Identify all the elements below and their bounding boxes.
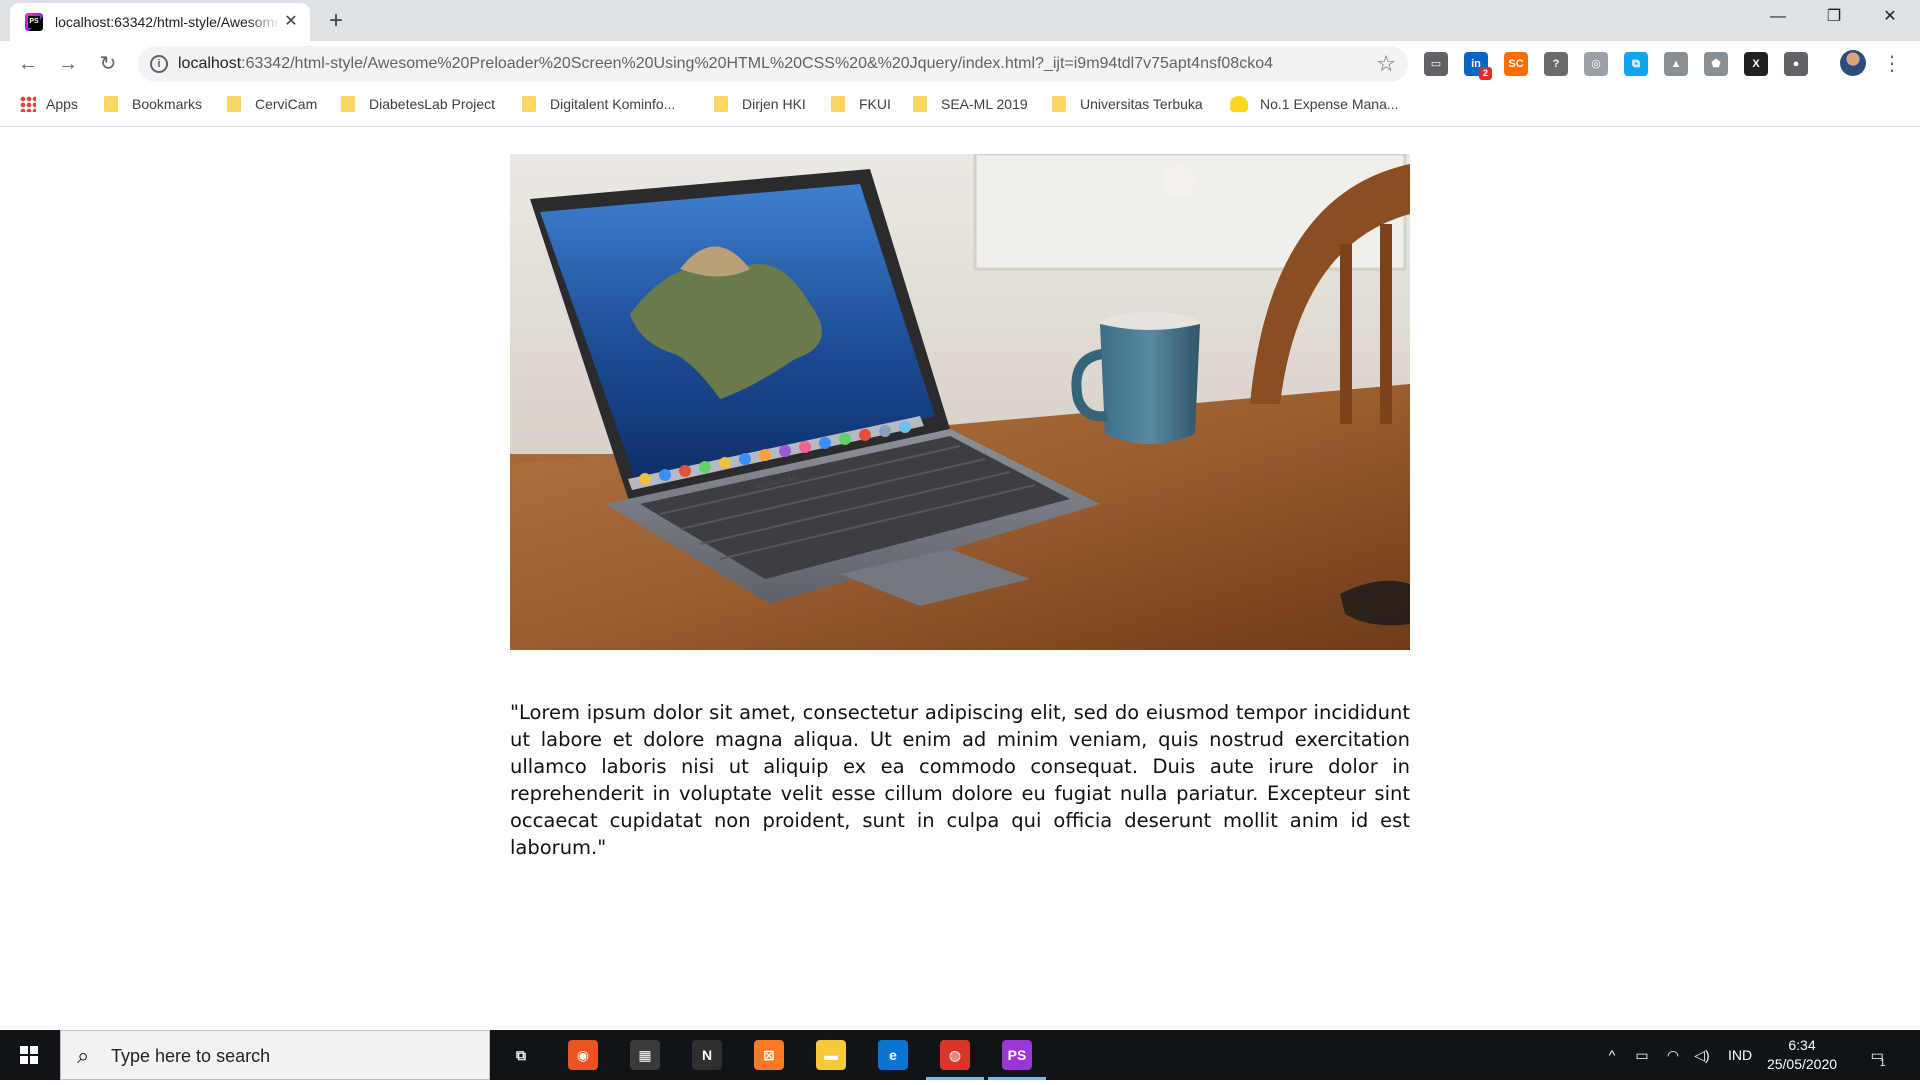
bookmark-label: FKUI [859, 96, 891, 112]
bookmark-folder[interactable]: FKUI [831, 87, 891, 121]
tab-strip: PS localhost:63342/html-style/Awesome Pr… [0, 0, 1920, 41]
browser-menu-icon[interactable]: ⋮ [1882, 50, 1902, 78]
bookmark-label: No.1 Expense Mana... [1260, 96, 1399, 112]
bookmark-label: Bookmarks [132, 96, 203, 112]
search-placeholder: Type here to search [111, 1046, 271, 1066]
browser-toolbar: ← → ↻ i localhost:63342/html-style/Aweso… [0, 41, 1920, 87]
clock-time: 6:34 [1788, 1037, 1816, 1053]
taskbar-search-input[interactable]: ⌕ Type here to search [60, 1030, 490, 1080]
bookmark-link[interactable]: No.1 Expense Mana... [1230, 87, 1399, 121]
edge-icon[interactable]: e [878, 1040, 908, 1070]
lorem-paragraph: "Lorem ipsum dolor sit amet, consectetur… [510, 700, 1410, 859]
folder-icon [1052, 96, 1066, 112]
volume-icon[interactable]: ◁) [1688, 1030, 1716, 1080]
folder-icon [831, 96, 845, 112]
task-view-icon[interactable]: ⧉ [506, 1040, 536, 1070]
bookmark-label: DiabetesLab Project [369, 96, 496, 112]
language-indicator[interactable]: IND [1722, 1030, 1758, 1080]
phpstorm-icon[interactable]: PS [1002, 1040, 1032, 1070]
windows-logo-icon [20, 1046, 38, 1064]
bookmark-folder[interactable]: SEA-ML 2019 [913, 87, 1028, 121]
bookmark-folder[interactable]: Dirjen HKI [714, 87, 806, 121]
maximize-button[interactable]: ❐ [1806, 0, 1862, 34]
laptop-photo: MacBook Air [510, 154, 1410, 650]
bookmark-label: Dirjen HKI [742, 96, 806, 112]
windows-taskbar: ⌕ Type here to search ⧉ ◉ ▦ N ⊠ ▬ e ◍ PS ^ ▭ ◠ ◁… [0, 1030, 1920, 1080]
notification-count: 1 [1879, 1058, 1886, 1069]
linkedin-extension-icon[interactable]: in 2 [1464, 52, 1492, 80]
bookmark-folder[interactable]: Digitalent Kominfo... [522, 87, 675, 121]
extension-badge: 2 [1479, 67, 1492, 80]
battery-icon[interactable]: ▭ [1628, 1030, 1656, 1080]
wifi-icon[interactable]: ◠ [1660, 1030, 1686, 1080]
expense-app-icon [1230, 96, 1248, 112]
browser-tab[interactable]: PS localhost:63342/html-style/Awesome Pr… [10, 3, 310, 41]
tab-title: localhost:63342/html-style/Awesome Prelo… [55, 14, 280, 30]
hero-image: MacBook Air [510, 154, 1410, 650]
help-extension-icon[interactable]: ? [1544, 52, 1568, 76]
drive-extension-icon[interactable]: ▲ [1664, 52, 1688, 76]
headset-extension-icon[interactable]: ◎ [1584, 52, 1608, 76]
page-content: MacBook Air "Lorem ipsum dolor sit amet,… [0, 128, 1920, 1029]
tab-close-icon[interactable]: ✕ [281, 12, 301, 32]
apps-grid-icon [20, 96, 36, 112]
tray-chevron-icon[interactable]: ^ [1600, 1030, 1624, 1080]
folder-icon [341, 96, 355, 112]
bookmarks-bar: Apps Bookmarks CerviCam DiabetesLab Proj… [0, 87, 1920, 127]
bookmark-folder[interactable]: DiabetesLab Project [341, 87, 495, 121]
taskbar-clock[interactable]: 6:34 25/05/2020 [1762, 1036, 1842, 1074]
bookmark-label: Digitalent Kominfo... [550, 96, 676, 112]
url-host: localhost [178, 55, 242, 72]
site-info-icon[interactable]: i [150, 55, 168, 73]
chat-extension-icon[interactable]: ▭ [1424, 52, 1448, 76]
shield-extension-icon[interactable]: ⬟ [1704, 52, 1728, 76]
back-button[interactable]: ← [14, 50, 42, 78]
bookmark-star-icon[interactable]: ☆ [1376, 51, 1396, 77]
close-window-button[interactable]: ✕ [1862, 0, 1918, 34]
folder-icon [227, 96, 241, 112]
bookmark-label: Apps [46, 96, 78, 112]
notion-icon[interactable]: N [692, 1040, 722, 1070]
bookmark-label: SEA-ML 2019 [941, 96, 1028, 112]
url-text[interactable]: localhost:63342/html-style/Awesome%20Pre… [178, 55, 1273, 73]
notifications-button[interactable]: ▭ 1 [1862, 1030, 1902, 1080]
url-path: :63342/html-style/Awesome%20Preloader%20… [241, 55, 1273, 72]
new-tab-button[interactable]: + [323, 8, 349, 34]
profile-avatar[interactable] [1840, 50, 1866, 76]
bookmark-apps[interactable]: Apps [20, 87, 78, 121]
translate-extension-icon[interactable]: ⧉ [1624, 52, 1648, 76]
minimize-button[interactable]: — [1750, 0, 1806, 34]
reload-button[interactable]: ↻ [94, 50, 122, 78]
circle-extension-icon[interactable]: ● [1784, 52, 1808, 76]
store-icon[interactable]: ▦ [630, 1040, 660, 1070]
bookmark-folder[interactable]: Universitas Terbuka [1052, 87, 1203, 121]
bookmark-folder[interactable]: Bookmarks [104, 87, 202, 121]
folder-icon [714, 96, 728, 112]
folder-icon [913, 96, 927, 112]
x-extension-icon[interactable]: X [1744, 52, 1768, 76]
ubuntu-icon[interactable]: ◉ [568, 1040, 598, 1070]
folder-icon [104, 96, 118, 112]
chrome-icon[interactable]: ◍ [940, 1040, 970, 1070]
forward-button[interactable]: → [54, 50, 82, 78]
bookmark-folder[interactable]: CerviCam [227, 87, 317, 121]
bookmark-label: Universitas Terbuka [1080, 96, 1203, 112]
clock-date: 25/05/2020 [1766, 1056, 1838, 1072]
phpstorm-favicon-icon: PS [25, 13, 43, 31]
folder-icon [522, 96, 536, 112]
address-bar[interactable]: i localhost:63342/html-style/Awesome%20P… [138, 46, 1408, 82]
start-button[interactable] [0, 1030, 60, 1080]
file-explorer-icon[interactable]: ▬ [816, 1040, 846, 1070]
bookmark-label: CerviCam [255, 96, 318, 112]
xampp-icon[interactable]: ⊠ [754, 1040, 784, 1070]
search-icon: ⌕ [77, 1043, 90, 1068]
sc-extension-icon[interactable]: SC [1504, 52, 1528, 76]
